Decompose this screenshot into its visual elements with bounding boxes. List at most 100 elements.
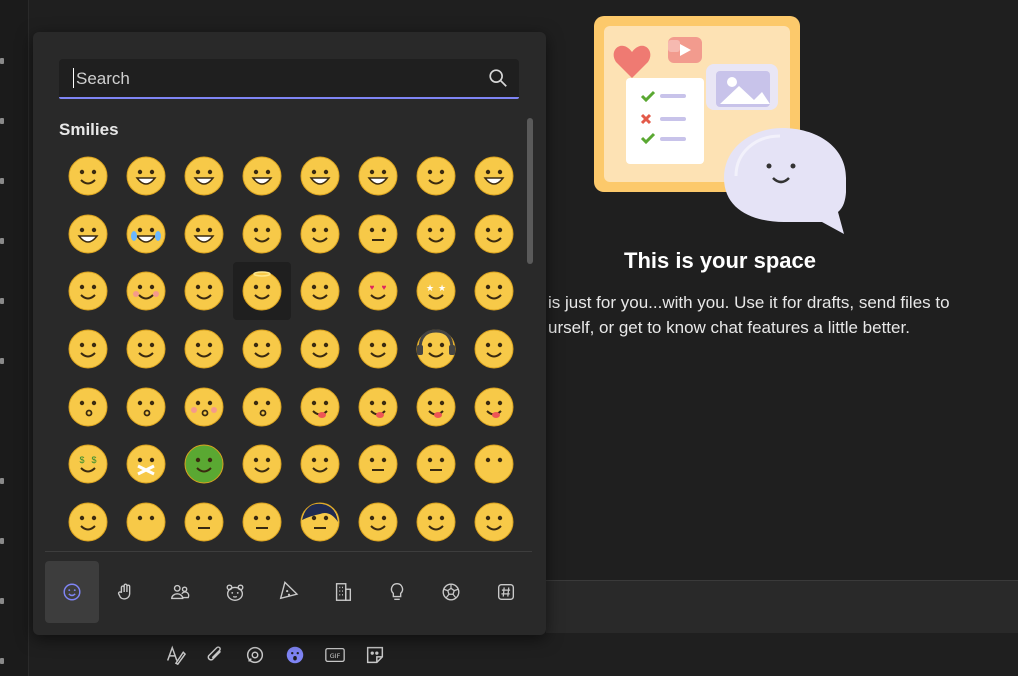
hand-wave-icon <box>118 583 131 600</box>
attach-button[interactable] <box>195 640 235 670</box>
svg-text:$: $ <box>91 455 96 465</box>
emoji-cap-smile[interactable] <box>465 320 523 378</box>
emoji-unamused[interactable] <box>175 493 233 547</box>
emoji-sick[interactable] <box>175 435 233 493</box>
wink-smile-emoji-icon <box>474 214 514 254</box>
scrollbar[interactable] <box>527 118 533 264</box>
emoji-emo[interactable] <box>291 493 349 547</box>
emoji-xd-laugh[interactable] <box>349 147 407 205</box>
emoji-eye-roll-hand[interactable] <box>349 320 407 378</box>
emoji-money-mouth[interactable]: $ $ <box>59 435 117 493</box>
emoji-cool-thumb[interactable] <box>465 262 523 320</box>
emoji-zipped[interactable] <box>117 435 175 493</box>
gif-button[interactable]: GIF <box>315 640 355 670</box>
attach-icon <box>207 646 222 661</box>
search-icon[interactable] <box>487 67 509 89</box>
kiss-heart-emoji-icon <box>68 387 108 427</box>
emoji-tongue-out[interactable] <box>407 378 465 436</box>
emoji-beaming[interactable] <box>291 147 349 205</box>
loop-button[interactable] <box>235 640 275 670</box>
emoji-rolling-eyes[interactable] <box>407 493 465 547</box>
emoji-love-hearts[interactable] <box>291 262 349 320</box>
welcome-title: This is your space <box>624 248 816 273</box>
grin-emoji-icon <box>242 156 282 196</box>
emoji-giggle[interactable] <box>175 205 233 263</box>
emoji-laugh[interactable] <box>175 147 233 205</box>
emoji-upside-down[interactable] <box>407 205 465 263</box>
emoji-hug[interactable] <box>117 320 175 378</box>
emoji-content[interactable] <box>59 262 117 320</box>
format-button[interactable] <box>155 640 195 670</box>
emoji-smirk[interactable] <box>59 493 117 547</box>
emoji-awkward[interactable] <box>117 493 175 547</box>
emoji-wave[interactable] <box>59 320 117 378</box>
emoji-grin[interactable] <box>233 147 291 205</box>
emoji-tears-of-joy[interactable] <box>117 205 175 263</box>
emoji-heart-eyes[interactable]: ♥ ♥ <box>349 262 407 320</box>
category-tab-animal-bear[interactable] <box>208 561 262 623</box>
emoji-sweat-smile[interactable] <box>407 147 465 205</box>
category-tab-hashtag-symbol[interactable] <box>479 561 533 623</box>
emoji-kiss-blush[interactable] <box>175 378 233 436</box>
emoji-smile[interactable] <box>59 147 117 205</box>
lightbulb-icon <box>391 583 404 601</box>
emoji-sleepy-clock[interactable] <box>291 435 349 493</box>
emoji-kiss-heart[interactable] <box>59 378 117 436</box>
emoji-smile-2[interactable] <box>291 205 349 263</box>
category-tab-people[interactable] <box>153 561 207 623</box>
emoji-wink-tongue[interactable] <box>465 378 523 436</box>
emoji-no-mouth[interactable] <box>465 435 523 493</box>
svg-text:♥: ♥ <box>370 283 375 292</box>
cap-smile-emoji-icon <box>474 329 514 369</box>
emoji-winking-laugh[interactable] <box>59 205 117 263</box>
emoji-wink-smile[interactable] <box>465 205 523 263</box>
beaming-emoji-icon <box>300 156 340 196</box>
people-icon <box>171 584 190 600</box>
tongue-emoji-icon <box>358 387 398 427</box>
emoji-halo[interactable] <box>233 262 291 321</box>
emoji-neutral-smile[interactable] <box>349 205 407 263</box>
category-tab-smiley-face[interactable] <box>45 561 100 623</box>
emoji-headphones[interactable] <box>407 320 465 378</box>
emoji-kiss[interactable] <box>117 378 175 436</box>
emoji-blow-kiss[interactable] <box>233 378 291 436</box>
sceptic-emoji-icon <box>242 502 282 542</box>
emoji-hand-up[interactable] <box>175 320 233 378</box>
emoji-yum[interactable] <box>291 378 349 436</box>
message-compose-box[interactable] <box>546 580 1018 633</box>
emoji-star-struck[interactable]: ★ ★ <box>407 262 465 320</box>
category-tab-food-pizza[interactable] <box>262 561 316 623</box>
emoji-grimace[interactable] <box>465 493 523 547</box>
sticker-button[interactable] <box>355 640 395 670</box>
svg-text:GIF: GIF <box>330 652 341 660</box>
blushing-emoji-icon <box>126 271 166 311</box>
animal-bear-icon <box>226 584 244 601</box>
rail-marker <box>0 118 4 124</box>
emoji-peace[interactable] <box>291 320 349 378</box>
emoji-big-smile[interactable] <box>117 147 175 205</box>
category-tab-building[interactable] <box>316 561 370 623</box>
emoji-eyes-up[interactable] <box>349 493 407 547</box>
emoji-sceptic[interactable] <box>233 493 291 547</box>
emoji-expressionless[interactable] <box>407 435 465 493</box>
search-box[interactable] <box>59 59 519 99</box>
category-tab-lightbulb[interactable] <box>370 561 424 623</box>
category-tab-soccer-ball[interactable] <box>424 561 478 623</box>
emoji-row <box>59 493 523 547</box>
category-tab-hand-wave[interactable] <box>99 561 153 623</box>
emoji-slight-smile[interactable] <box>233 205 291 263</box>
hand-up-emoji-icon <box>184 329 224 369</box>
emoji-thinking[interactable] <box>233 435 291 493</box>
search-input[interactable] <box>74 67 478 91</box>
emoji-button[interactable] <box>275 640 315 670</box>
emoji-blushing[interactable] <box>117 262 175 320</box>
emoji-rolling-laugh[interactable] <box>465 147 523 205</box>
smirk-emoji-icon <box>68 502 108 542</box>
content-emoji-icon <box>68 271 108 311</box>
emoji-neutral[interactable] <box>349 435 407 493</box>
emoji-point-up[interactable] <box>233 320 291 378</box>
kiss-emoji-icon <box>126 387 166 427</box>
emoji-relieved[interactable] <box>175 262 233 320</box>
emoji-tongue[interactable] <box>349 378 407 436</box>
compose-toolbar: GIF <box>155 640 395 670</box>
